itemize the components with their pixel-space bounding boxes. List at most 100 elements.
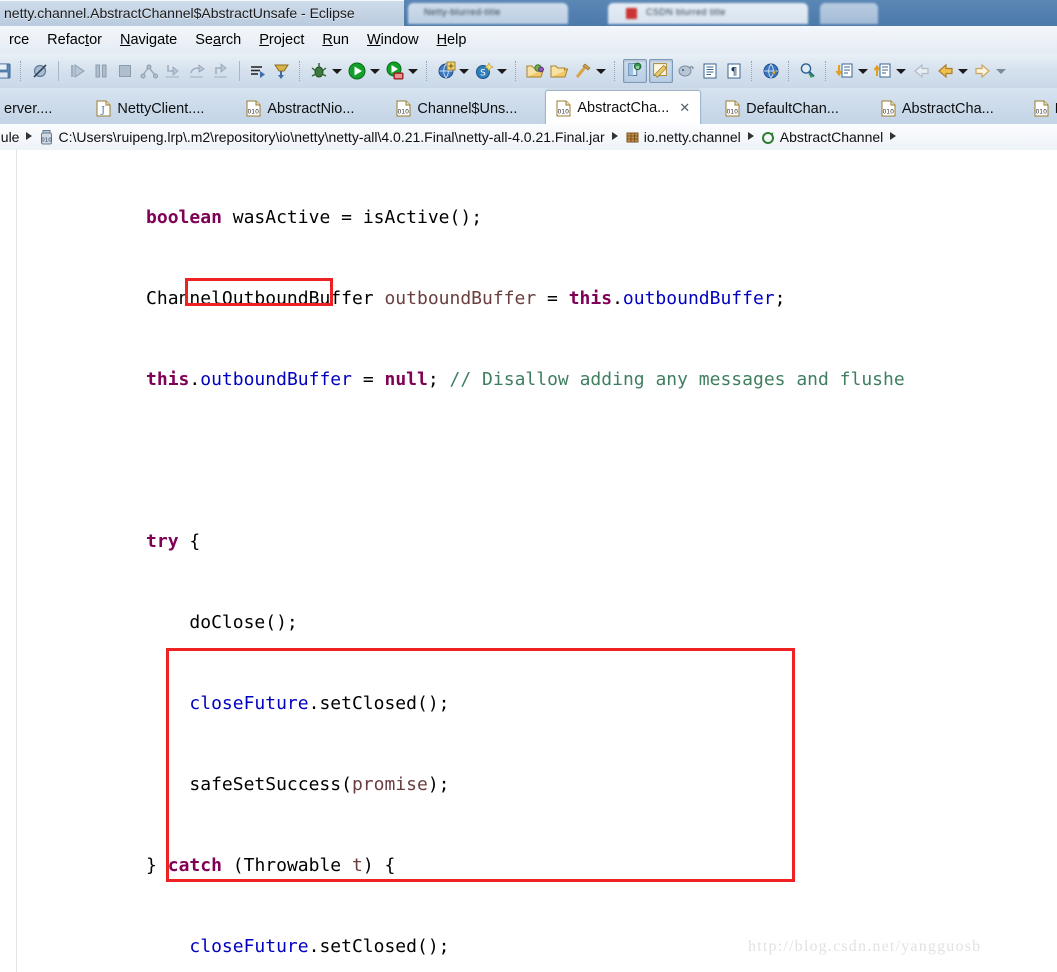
class-file-icon: 010 (556, 100, 571, 117)
class-file-icon: 010 (396, 100, 411, 117)
tab-label: AbstractNio... (267, 100, 355, 117)
menu-item-refactor[interactable]: Refactor (38, 32, 111, 48)
toolbar-separator-7 (788, 60, 791, 81)
toggle-word-wrap-icon[interactable] (675, 60, 697, 82)
class-file-icon: 010 (1034, 100, 1049, 117)
search-icon[interactable] (797, 60, 819, 82)
svg-text:010: 010 (727, 109, 739, 116)
breadcrumb-item-module[interactable]: dule (0, 129, 20, 145)
svg-text:010: 010 (42, 138, 53, 144)
suspend-icon[interactable] (90, 60, 112, 82)
external-tools-dropdown-chevron-down-icon[interactable] (407, 60, 418, 82)
toggle-block-selection-icon[interactable] (649, 58, 673, 83)
save-icon[interactable] (0, 60, 14, 82)
step-over-icon[interactable] (186, 60, 208, 82)
show-whitespace-icon[interactable] (699, 60, 721, 82)
svg-text:¶: ¶ (731, 65, 738, 78)
breadcrumb-separator-icon-2 (612, 132, 618, 143)
menu-item-navigate[interactable]: Navigate (111, 32, 186, 48)
eclipse-title-bar: netty.channel.AbstractChannel$AbstractUn… (0, 0, 404, 27)
run-icon[interactable] (346, 60, 368, 82)
toolbar-separator-6 (751, 60, 754, 81)
svg-text:010: 010 (882, 109, 894, 116)
run-dropdown-chevron-down-icon[interactable] (369, 60, 380, 82)
java-source-icon: J (96, 100, 111, 117)
code-line: } catch (Throwable t) { (146, 855, 396, 876)
forward-icon[interactable] (934, 60, 956, 82)
next-annotation-dropdown-chevron-down-icon[interactable] (857, 60, 868, 82)
new-wizard-dropdown-chevron-down-icon[interactable] (458, 60, 469, 82)
background-browser-tab-1-label: Netty-blurred-title (424, 7, 501, 17)
external-tools-icon[interactable] (384, 60, 406, 82)
tab-nettyclient[interactable]: J NettyClient.... (86, 93, 214, 124)
tab-label: DefaultChan... (746, 100, 839, 117)
debug-dropdown-chevron-down-icon[interactable] (331, 60, 342, 82)
editor-tab-bar: erver.... J NettyClient.... 010 Abstract… (0, 88, 1057, 125)
menu-item-help[interactable]: Help (428, 32, 476, 48)
resume-icon[interactable] (66, 60, 88, 82)
menu-item-source[interactable]: rce (0, 32, 38, 48)
tab-abstractchannel-2[interactable]: 010 AbstractCha... (871, 93, 1004, 124)
code-editor[interactable]: boolean wasActive = isActive(); ChannelO… (0, 150, 1057, 972)
tab-server[interactable]: erver.... (0, 93, 62, 124)
tab-overflow[interactable]: 010 N (1024, 93, 1057, 124)
watermark: http://blog.csdn.net/yangguosb (748, 938, 982, 955)
open-type-dropdown-chevron-down-icon[interactable] (496, 60, 507, 82)
skip-all-breakpoints-icon[interactable] (29, 60, 51, 82)
previous-annotation-dropdown-chevron-down-icon[interactable] (895, 60, 906, 82)
quick-fix-icon[interactable] (572, 60, 594, 82)
svg-text:010: 010 (248, 109, 260, 116)
back-dropdown-chevron-down-icon[interactable] (957, 60, 968, 82)
toolbar-separator-8 (825, 60, 828, 81)
last-edit-dropdown-chevron-down-icon[interactable] (995, 60, 1006, 82)
step-return-icon[interactable] (210, 60, 232, 82)
close-icon[interactable]: ✕ (679, 101, 690, 116)
breadcrumb-item-jar[interactable]: 010 C:\Users\ruipeng.lrp\.m2\repository\… (38, 129, 605, 145)
tab-defaultchannel[interactable]: 010 DefaultChan... (715, 93, 849, 124)
open-type-icon[interactable]: S (473, 60, 495, 82)
open-folder-1-icon[interactable] (524, 60, 546, 82)
open-folder-2-icon[interactable] (548, 60, 570, 82)
new-java-package-icon[interactable] (271, 60, 293, 82)
svg-text:010: 010 (398, 109, 410, 116)
new-java-class-icon[interactable] (247, 60, 269, 82)
class-file-icon: 010 (725, 100, 740, 117)
toggle-mark-occurrences-icon[interactable]: e (623, 58, 647, 83)
previous-annotation-icon[interactable] (872, 60, 894, 82)
class-file-icon: 010 (881, 100, 896, 117)
class-file-icon: 010 (246, 100, 261, 117)
quick-fix-dropdown-chevron-down-icon[interactable] (595, 60, 606, 82)
background-browser-tab-2-label: CSDN blurred title (646, 7, 726, 17)
tab-abstractnio[interactable]: 010 AbstractNio... (236, 93, 364, 124)
step-into-icon[interactable] (162, 60, 184, 82)
terminate-icon[interactable] (114, 60, 136, 82)
menu-item-search[interactable]: Search (186, 32, 250, 48)
code-line: doClose(); (189, 612, 298, 633)
code-line: this.outboundBuffer = null; // Disallow … (146, 369, 905, 390)
code-line: ChannelOutboundBuffer outboundBuffer = t… (146, 288, 786, 309)
code-line: boolean wasActive = isActive(); (146, 207, 483, 228)
new-wizard-icon[interactable] (435, 60, 457, 82)
show-pilcrow-icon[interactable]: ¶ (723, 60, 745, 82)
breadcrumb-label: io.netty.channel (643, 129, 741, 145)
source-code[interactable]: boolean wasActive = isActive(); ChannelO… (0, 150, 1057, 972)
breadcrumb-item-class[interactable]: AbstractChannel (760, 129, 885, 145)
breadcrumb-separator-icon-4 (890, 132, 896, 143)
tab-abstractchannel-active[interactable]: 010 AbstractCha... ✕ (545, 90, 702, 125)
breadcrumb-item-package[interactable]: io.netty.channel (624, 129, 742, 145)
svg-text:S: S (480, 68, 486, 78)
open-web-browser-icon[interactable] (760, 60, 782, 82)
menu-item-run[interactable]: Run (313, 32, 358, 48)
svg-text:J: J (101, 106, 106, 116)
last-edit-icon[interactable] (972, 60, 994, 82)
debug-icon[interactable] (308, 60, 330, 82)
tab-channel-unsafe[interactable]: 010 Channel$Uns... (386, 93, 527, 124)
disconnect-icon[interactable] (138, 60, 160, 82)
menu-item-project[interactable]: Project (250, 32, 313, 48)
next-annotation-icon[interactable] (834, 60, 856, 82)
menu-item-window[interactable]: Window (358, 32, 428, 48)
back-icon[interactable] (910, 60, 932, 82)
svg-text:010: 010 (558, 108, 570, 115)
toolbar-separator-2 (299, 60, 302, 81)
